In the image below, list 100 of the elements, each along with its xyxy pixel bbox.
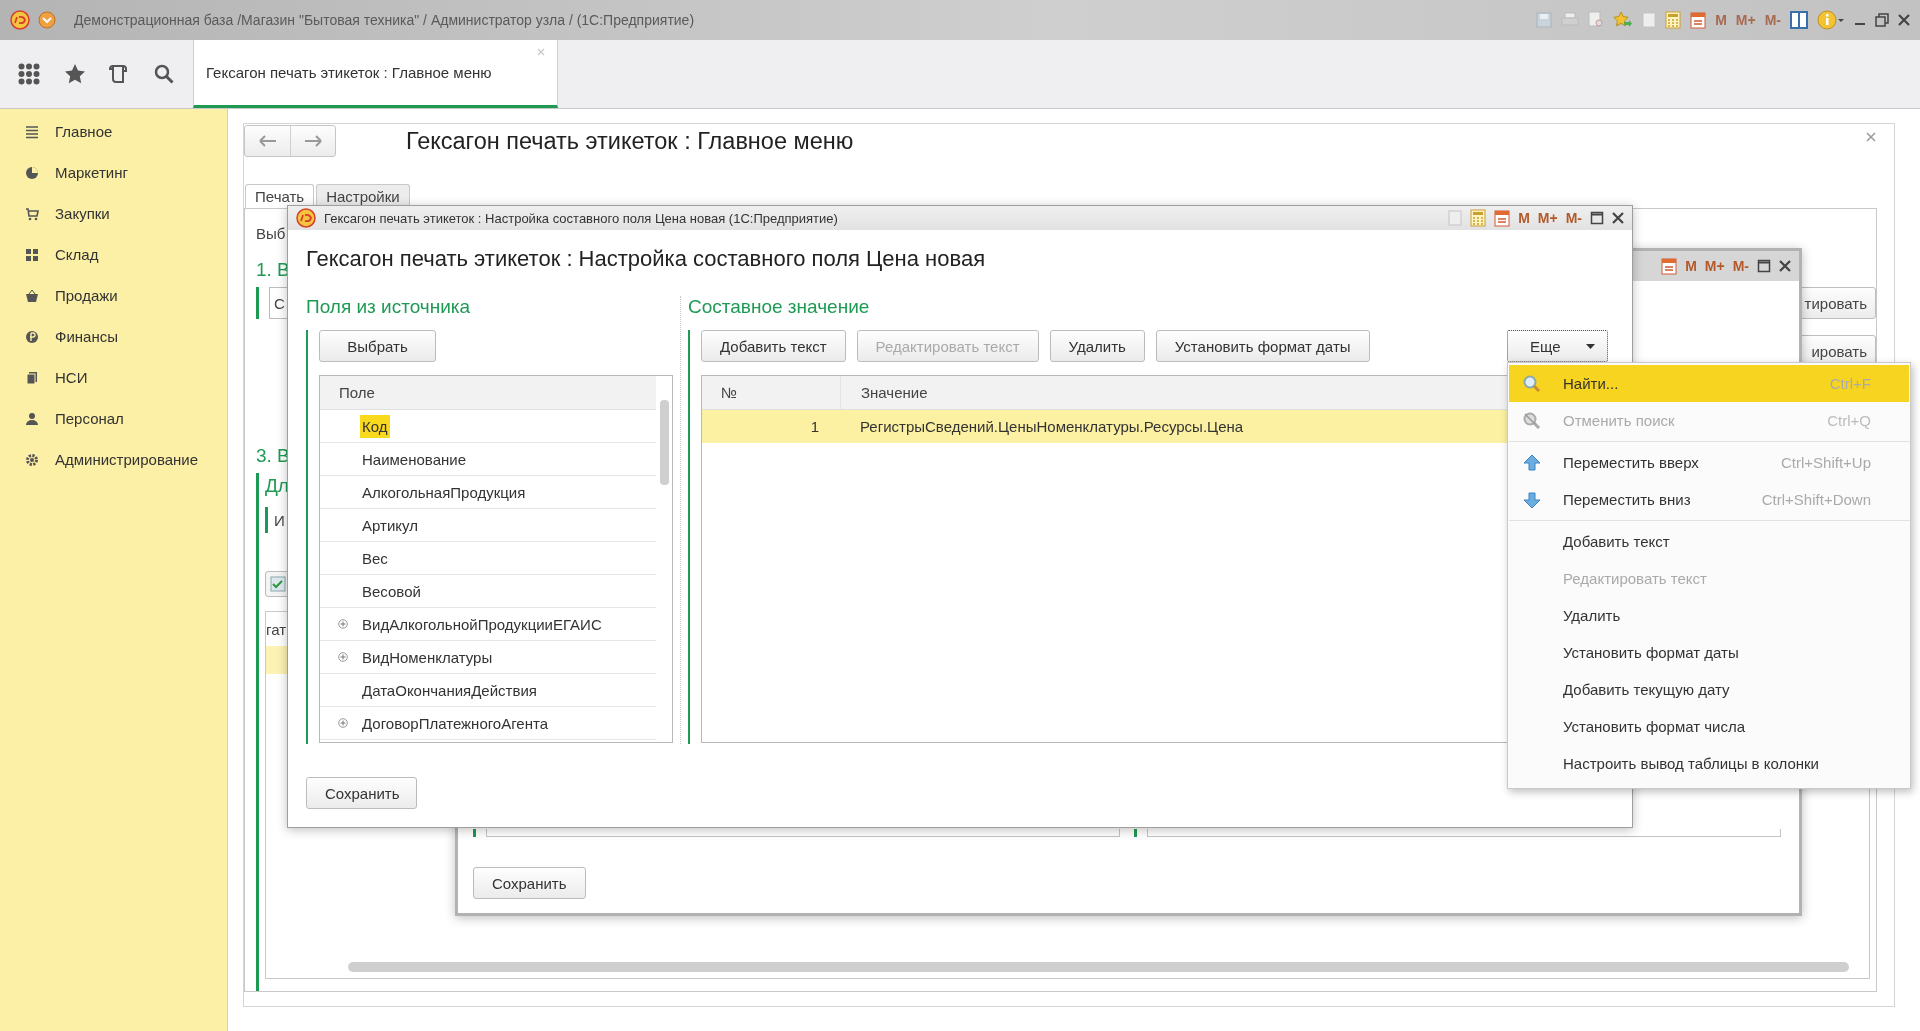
info-icon[interactable] (1817, 10, 1845, 30)
menu-item[interactable]: Найти... Ctrl+F (1509, 365, 1909, 402)
basket-icon (25, 288, 39, 303)
maximize-icon[interactable] (1757, 259, 1771, 273)
sidebar-item[interactable]: НСИ (0, 357, 227, 398)
column-header: гат (266, 620, 287, 638)
document-icon[interactable] (1642, 12, 1657, 28)
calendar-icon (1494, 209, 1511, 227)
table-cell: РегистрыСведений.ЦеныНоменклатуры.Ресурсы.Цена (860, 418, 1244, 435)
close-icon[interactable] (1779, 260, 1791, 272)
tree-item[interactable]: ВидАлкогольнойПродукцииЕГАИС (360, 612, 604, 636)
section-heading: Поля из источника (306, 296, 472, 318)
save-icon[interactable] (1536, 12, 1553, 28)
sidebar-item[interactable]: Персонал (0, 398, 227, 439)
close-icon[interactable] (1612, 212, 1624, 224)
app-logo-icon (10, 10, 30, 30)
menu-item[interactable]: Переместить вверх Ctrl+Shift+Up (1509, 444, 1909, 481)
star-icon[interactable] (63, 63, 86, 85)
section-heading: Составное значение (688, 296, 871, 318)
maximize-icon[interactable] (1590, 211, 1604, 225)
app-logo-icon (296, 208, 316, 228)
menu-item[interactable]: Переместить вниз Ctrl+Shift+Down (1509, 481, 1909, 518)
menu-item[interactable]: Установить формат даты (1509, 634, 1909, 671)
toolbar-button[interactable]: Установить формат даты (1155, 330, 1370, 362)
menu-item[interactable]: Добавить текущую дату (1509, 671, 1909, 708)
preview-icon[interactable] (1588, 11, 1605, 29)
search-icon[interactable] (153, 63, 176, 85)
cart-icon (25, 206, 39, 221)
arrow-up-icon (1523, 453, 1541, 472)
more-button[interactable]: Еще (1507, 330, 1608, 362)
close-icon[interactable] (1898, 14, 1910, 26)
calculator-icon (1665, 11, 1682, 29)
sidebar-item[interactable]: Закупки (0, 193, 227, 234)
dialog-title: Гексагон печать этикеток : Настройка составного поля Цена новая (306, 246, 987, 272)
memory-button[interactable]: M (1518, 210, 1530, 226)
tree-item[interactable]: ДоговорПлатежногоАгента (360, 711, 551, 735)
calendar-icon (1661, 257, 1678, 275)
memory-button[interactable]: M- (1565, 210, 1582, 226)
hint-text: Выб (256, 224, 286, 242)
toolbar-button[interactable]: Удалить (1049, 330, 1145, 362)
documents-icon (25, 370, 39, 385)
scrollbar[interactable] (348, 962, 1849, 972)
table-cell: 1 (810, 418, 819, 435)
print-icon[interactable] (1561, 12, 1580, 28)
dropdown-icon[interactable] (38, 11, 56, 29)
tree-item[interactable]: АлкогольнаяПродукция (360, 480, 528, 504)
input-field[interactable] (486, 829, 1120, 837)
calendar-icon (1690, 11, 1707, 29)
select-button[interactable]: Выбрать (319, 330, 436, 362)
tree-item[interactable]: ДатаОкончанияДействия (360, 678, 539, 702)
sidebar-item[interactable]: Маркетинг (0, 152, 227, 193)
tree-item[interactable]: Наименование (360, 447, 468, 471)
arrow-down-icon (1523, 490, 1541, 509)
tree-item[interactable]: Вес (360, 546, 390, 570)
person-icon (25, 411, 39, 426)
window-title: Гексагон печать этикеток : Настройка составного поля Цена новая (1С:Предприятие) (324, 210, 838, 226)
menu-item[interactable]: Удалить (1509, 597, 1909, 634)
tree-item[interactable]: ВидНоменклатуры (360, 645, 495, 669)
form-title: Гексагон печать этикеток : Главное меню (406, 127, 854, 155)
grid-icon (25, 247, 39, 262)
calculator-icon (1470, 209, 1487, 227)
panel-icon[interactable] (1790, 11, 1808, 29)
sidebar-item[interactable]: Финансы (0, 316, 227, 357)
arrow-right-icon (304, 135, 322, 147)
expand-icon[interactable] (338, 652, 348, 662)
tree-item[interactable]: Весовой (360, 579, 423, 603)
toolbar-button[interactable]: Добавить текст (701, 330, 846, 362)
caret-icon (1586, 343, 1595, 349)
memory-button[interactable]: M+ (1537, 210, 1558, 226)
save-button[interactable]: Сохранить (473, 867, 586, 899)
sidebar-item[interactable]: Администрирование (0, 439, 227, 480)
form-tab[interactable]: Печать (245, 184, 315, 208)
history-icon[interactable] (109, 63, 130, 85)
coin-icon (25, 329, 39, 344)
form-tab[interactable]: Настройки (316, 184, 410, 208)
star-arrow-icon[interactable] (1613, 11, 1634, 29)
input-field[interactable] (1147, 829, 1781, 837)
save-button[interactable]: Сохранить (306, 777, 417, 809)
open-tab[interactable]: Гексагон печать этикеток : Главное меню (193, 40, 558, 108)
restore-icon[interactable] (1875, 13, 1889, 27)
list-icon (25, 124, 39, 139)
tree-item[interactable]: Код (360, 414, 390, 438)
settings-icon (25, 452, 39, 467)
arrow-left-icon (258, 135, 277, 147)
field-label: И (274, 511, 285, 529)
column-header: Значение (861, 384, 928, 401)
sidebar-item[interactable]: Склад (0, 234, 227, 275)
menu-item[interactable]: Добавить текст (1509, 523, 1909, 560)
expand-icon[interactable] (338, 619, 348, 629)
pie-chart-icon (25, 165, 39, 180)
tree-item[interactable]: Артикул (360, 513, 420, 537)
apps-grid-icon[interactable] (17, 63, 40, 85)
expand-icon[interactable] (338, 718, 348, 728)
column-header: № (721, 384, 738, 401)
search-icon (1522, 373, 1542, 394)
sidebar-item[interactable]: Главное (0, 111, 227, 152)
menu-item[interactable]: Настроить вывод таблицы в колонки (1509, 745, 1909, 782)
menu-item[interactable]: Установить формат числа (1509, 708, 1909, 745)
sidebar-item[interactable]: Продажи (0, 275, 227, 316)
column-header: Поле (339, 384, 375, 401)
